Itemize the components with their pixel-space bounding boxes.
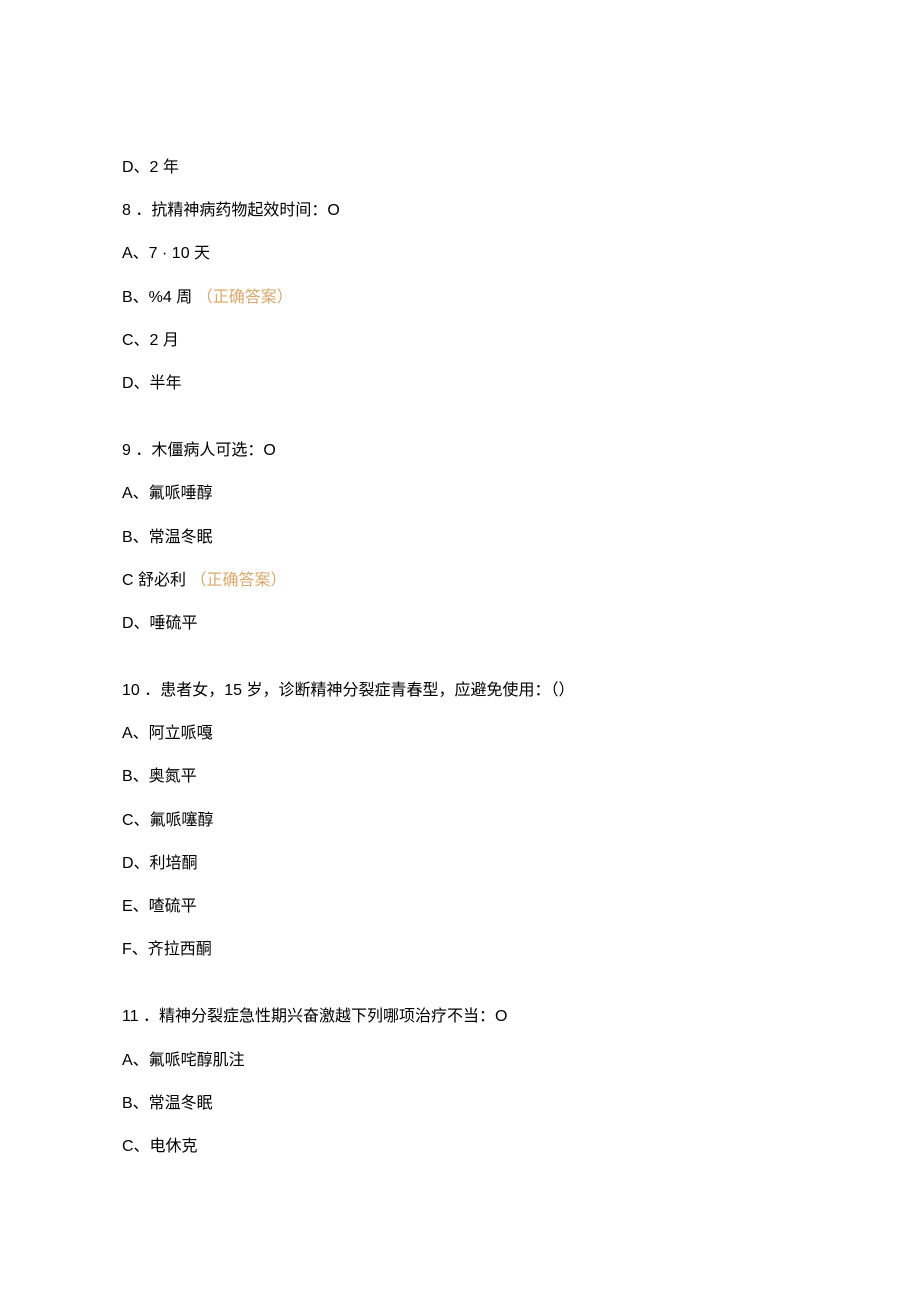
q10-option-e: E、喳硫平 — [122, 897, 800, 916]
q8-option-a: A、7 · 10 天 — [122, 244, 800, 263]
q11-option-c: C、电休克 — [122, 1137, 800, 1156]
q11-option-a: A、氟哌咤醇肌注 — [122, 1051, 800, 1070]
option-text: D、半年 — [122, 375, 182, 392]
question-text: 8 ．抗精神病药物起效时间：O — [122, 202, 340, 219]
option-text: D、利培酮 — [122, 855, 198, 872]
option-text: F、齐拉西酮 — [122, 941, 212, 958]
option-text: B、常温冬眠 — [122, 529, 213, 546]
q8-option-c: C、2 月 — [122, 331, 800, 350]
option-text: B、%4 周 — [122, 289, 192, 306]
question-text: 11 ．精神分裂症急性期兴奋激越下列哪项治疗不当：O — [122, 1008, 508, 1025]
question-text: 9 ．木僵病人可选：O — [122, 442, 276, 459]
question-separator — [122, 657, 800, 681]
question-separator — [122, 417, 800, 441]
correct-answer-label: （正确答案） — [190, 572, 286, 589]
q9-option-d: D、唾硫平 — [122, 614, 800, 633]
q10-option-a: A、阿立哌嘎 — [122, 724, 800, 743]
question-text: 10 ．患者女，15 岁，诊断精神分裂症青春型，应避免使用：（） — [122, 682, 575, 699]
option-text: C、氟哌噻醇 — [122, 812, 214, 829]
q10-option-f: F、齐拉西酮 — [122, 940, 800, 959]
q7-option-d: D、2 年 — [122, 158, 800, 177]
q10-option-c: C、氟哌噻醇 — [122, 811, 800, 830]
q8-option-b: B、%4 周 （正确答案） — [122, 288, 800, 307]
correct-answer-label: （正确答案） — [197, 289, 293, 306]
option-text: B、常温冬眠 — [122, 1095, 213, 1112]
option-text: E、喳硫平 — [122, 898, 197, 915]
q10-option-d: D、利培酮 — [122, 854, 800, 873]
q8-option-d: D、半年 — [122, 374, 800, 393]
option-text: B、奥氮平 — [122, 768, 197, 785]
q11-stem: 11 ．精神分裂症急性期兴奋激越下列哪项治疗不当：O — [122, 1007, 800, 1026]
option-text: D、2 年 — [122, 159, 179, 176]
q9-option-c: C 舒必利 （正确答案） — [122, 571, 800, 590]
q10-stem: 10 ．患者女，15 岁，诊断精神分裂症青春型，应避免使用：（） — [122, 681, 800, 700]
option-text: A、7 · 10 天 — [122, 245, 210, 262]
q9-stem: 9 ．木僵病人可选：O — [122, 441, 800, 460]
option-text: A、阿立哌嘎 — [122, 725, 213, 742]
q11-option-b: B、常温冬眠 — [122, 1094, 800, 1113]
option-text: A、氟哌咤醇肌注 — [122, 1052, 245, 1069]
option-text: C、2 月 — [122, 332, 179, 349]
document-page: D、2 年 8 ．抗精神病药物起效时间：O A、7 · 10 天 B、%4 周 … — [0, 0, 920, 1301]
option-text: A、氟哌唾醇 — [122, 485, 213, 502]
question-separator — [122, 983, 800, 1007]
option-text: C、电休克 — [122, 1138, 198, 1155]
option-text: D、唾硫平 — [122, 615, 198, 632]
q9-option-a: A、氟哌唾醇 — [122, 484, 800, 503]
option-text: C 舒必利 — [122, 572, 186, 589]
q8-stem: 8 ．抗精神病药物起效时间：O — [122, 201, 800, 220]
q9-option-b: B、常温冬眠 — [122, 528, 800, 547]
q10-option-b: B、奥氮平 — [122, 767, 800, 786]
